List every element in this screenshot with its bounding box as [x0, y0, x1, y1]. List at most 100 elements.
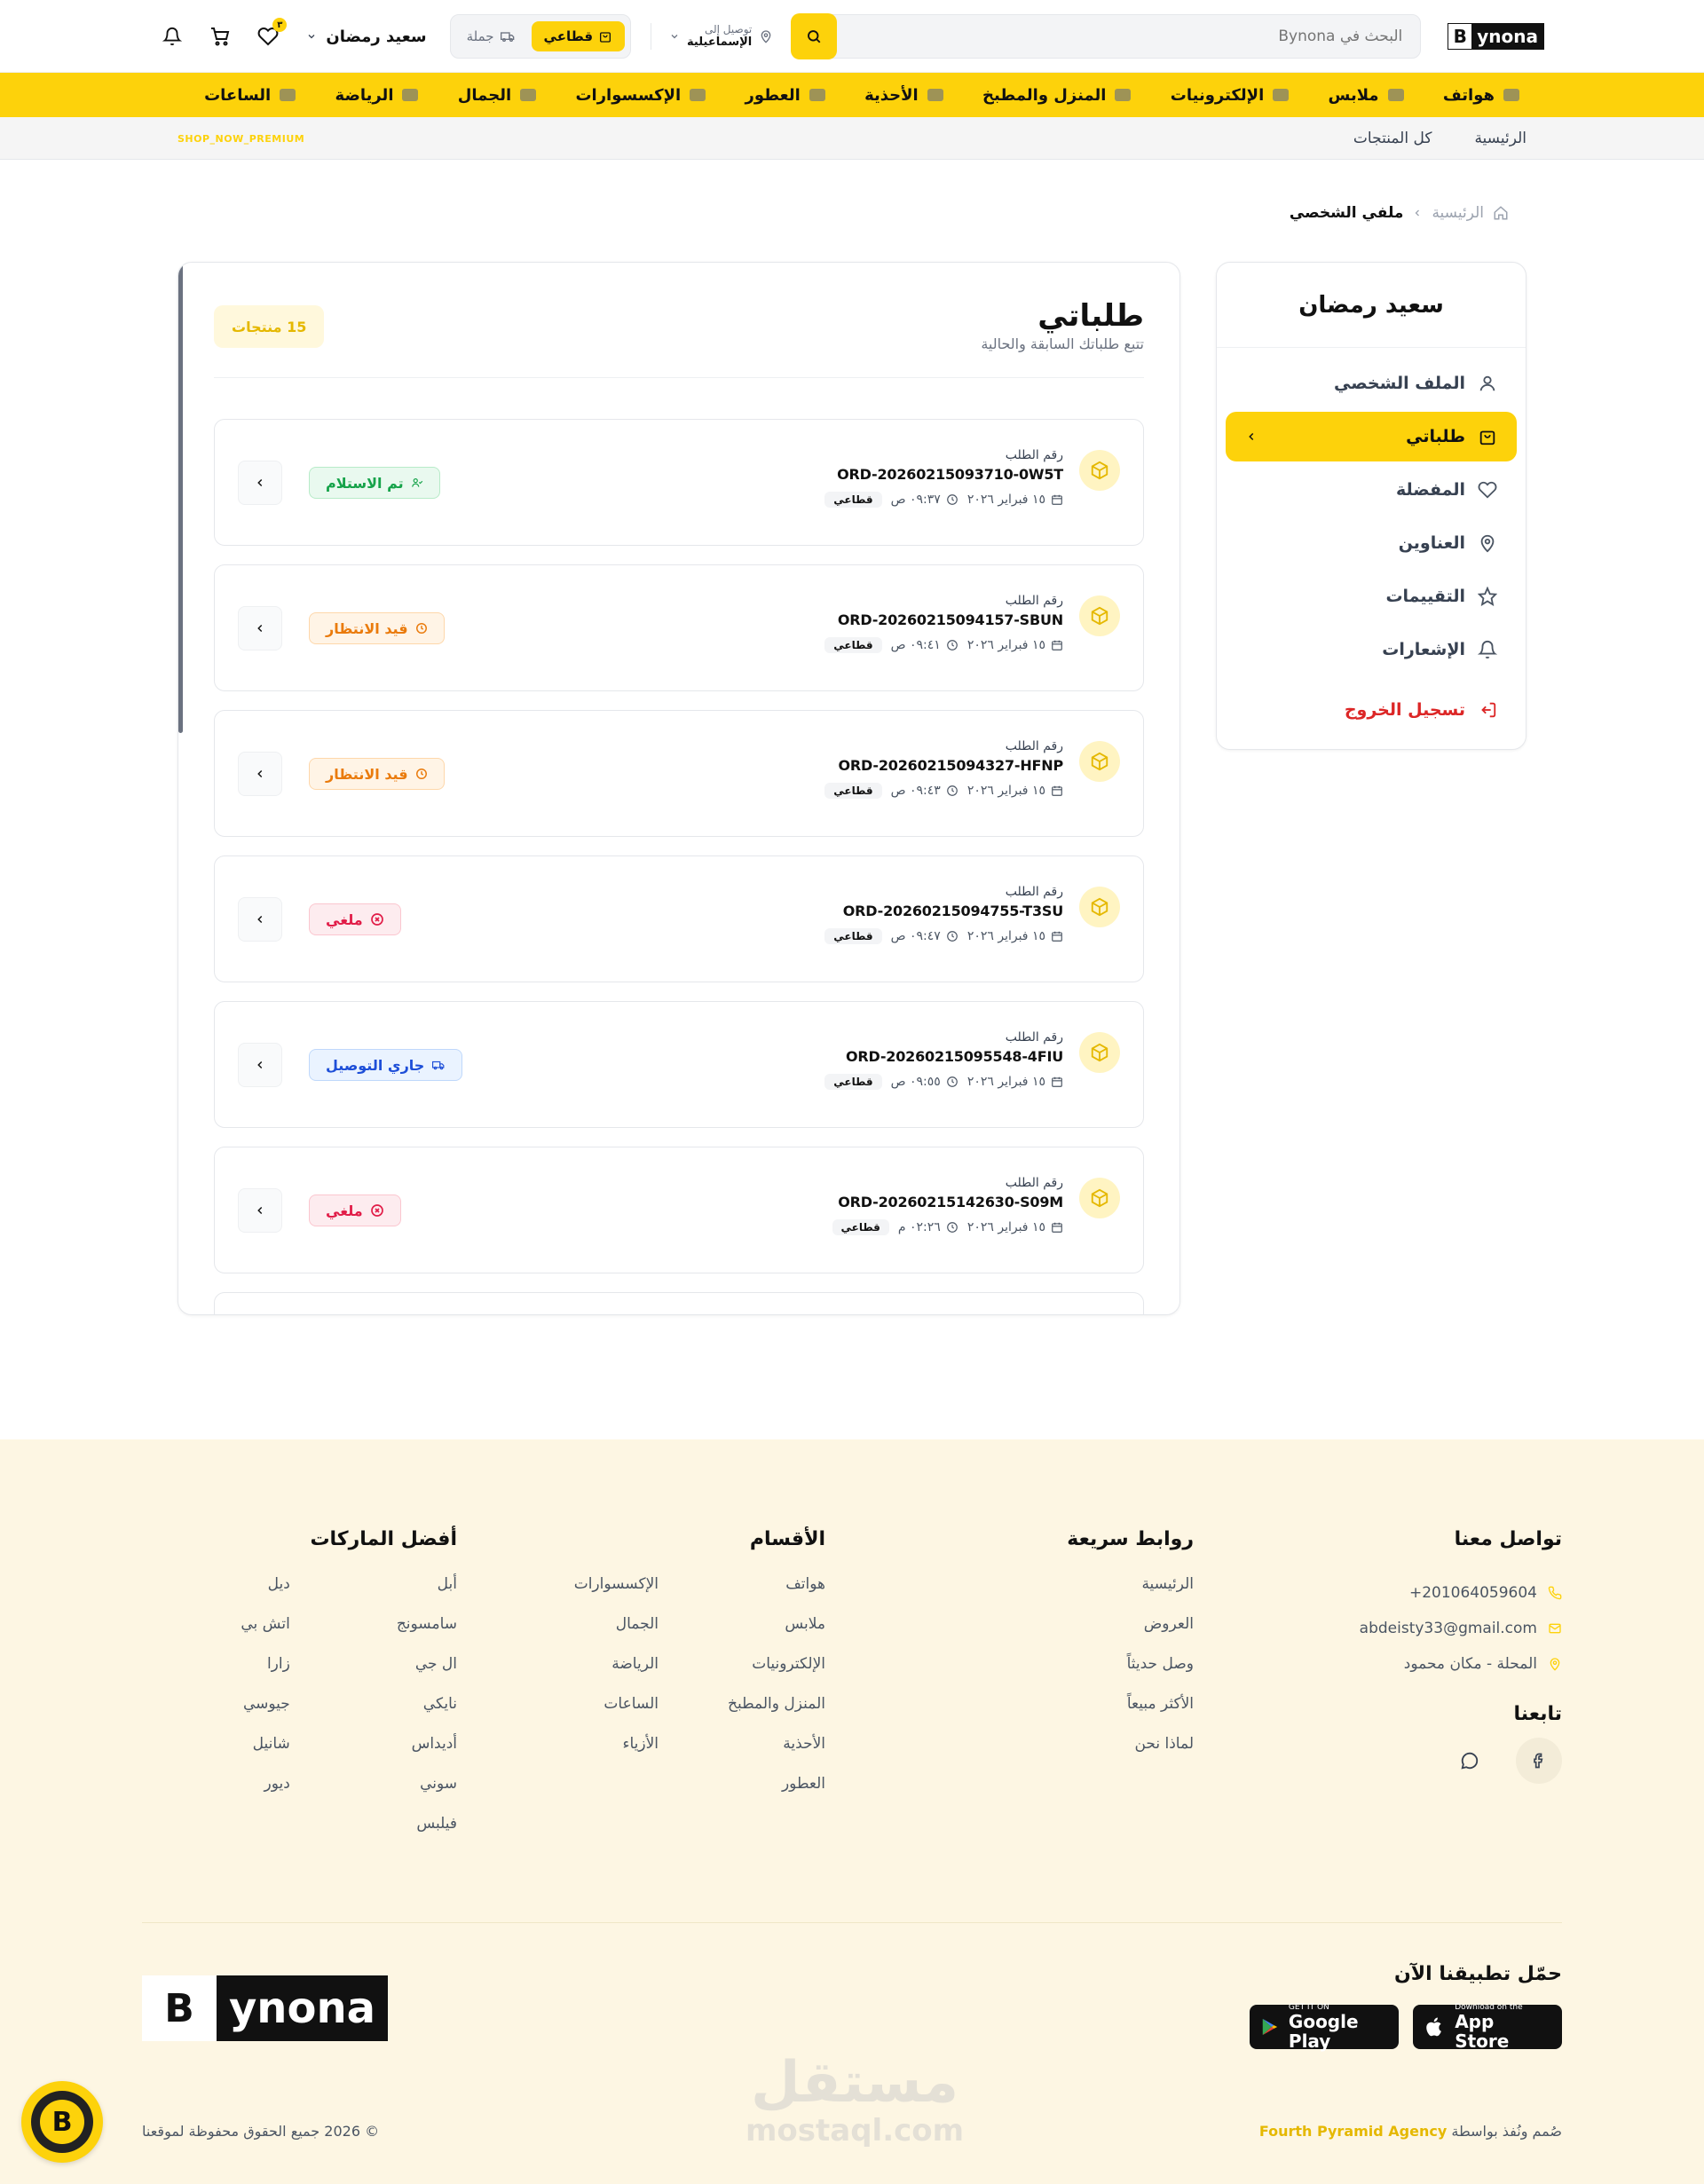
orders-panel: طلباتي تتبع طلباتك السابقة والحالية 15 م… [178, 262, 1180, 1315]
category-label: ملابس [1328, 85, 1379, 105]
order-details-button[interactable] [238, 606, 282, 650]
floating-action-button[interactable]: B [21, 2081, 103, 2163]
search-input[interactable] [837, 28, 1421, 45]
footer-phone-text: +201064059604 [1408, 1584, 1537, 1602]
orders-scrollbar[interactable] [178, 263, 183, 733]
footer-quick-links: روابط سريعة الرئيسية العروض وصل حديثاً الأك… [1016, 1528, 1194, 1775]
footer-brand-link[interactable]: شانيل [241, 1735, 290, 1775]
order-status-badge: جاري التوصيل [309, 1049, 463, 1081]
calendar-icon [1052, 640, 1062, 650]
footer-quick-link[interactable]: وصل حديثاً [1016, 1655, 1194, 1695]
sports-icon [402, 89, 419, 101]
user-menu[interactable]: سعيد رمضان [306, 28, 427, 46]
category-phones[interactable]: هواتف [1443, 86, 1519, 105]
facebook-link[interactable] [1516, 1738, 1562, 1784]
category-watches[interactable]: الساعات [204, 86, 296, 105]
package-icon-wrap [1079, 1032, 1120, 1073]
footer-section-link[interactable]: هواتف [728, 1575, 825, 1615]
order-date: ١٥ فبراير ٢٠٢٦ [967, 493, 1063, 507]
footer-brand-link[interactable]: سوني [397, 1775, 457, 1815]
footer-brand-link[interactable]: اتش بي [241, 1615, 289, 1655]
order-card[interactable]: رقم الطلب ORD-20260215094157-SBUN ١٥ فبراي… [214, 564, 1144, 691]
footer-email[interactable]: abdeisty33@gmail.com [1358, 1611, 1562, 1646]
footer-brand-link[interactable]: أبل [397, 1575, 457, 1615]
sidebar-item-favorites[interactable]: المفضلة [1226, 465, 1517, 515]
category-accessories[interactable]: الإكسسوارات [575, 86, 706, 105]
footer-section-link[interactable]: العطور [728, 1775, 825, 1815]
category-shoes[interactable]: الأحذية [864, 86, 943, 105]
mode-wholesale-button[interactable]: جملة [456, 21, 526, 51]
footer-brand-link[interactable]: زارا [241, 1655, 290, 1695]
footer-section-link[interactable]: الرياضة [574, 1655, 659, 1695]
notifications-button[interactable] [161, 25, 184, 48]
order-details-button[interactable] [238, 897, 282, 942]
footer-section-link[interactable]: ملابس [728, 1615, 825, 1655]
footer-section-link[interactable]: الأحذية [728, 1735, 825, 1775]
order-card[interactable]: رقم الطلب ORD-20260215094755-T3SU ١٥ فبراي… [214, 855, 1144, 982]
category-home-kitchen[interactable]: المنزل والمطبخ [982, 86, 1132, 105]
category-sports[interactable]: الرياضة [335, 86, 419, 105]
cart-button[interactable] [209, 25, 232, 48]
footer-quick-link[interactable]: الأكثر مبيعاً [1016, 1695, 1194, 1735]
footer-brand-link[interactable]: جيوسي [241, 1695, 290, 1735]
order-details-button[interactable] [238, 1043, 282, 1087]
nav-all-products-link[interactable]: كل المنتجات [1353, 130, 1432, 147]
breadcrumb-home[interactable]: الرئيسية [1432, 204, 1484, 222]
sidebar-item-orders[interactable]: طلباتي [1226, 412, 1517, 461]
sidebar-item-logout[interactable]: تسجيل الخروج [1226, 685, 1517, 735]
home-kitchen-icon [1115, 89, 1132, 101]
footer-logo[interactable]: B ynona [142, 1975, 388, 2041]
order-status-badge: ملغي [309, 1194, 401, 1226]
order-info: رقم الطلب ORD-20260215093710-0W5T ١٥ فبراي… [824, 448, 1063, 508]
footer-phone[interactable]: +201064059604 [1358, 1575, 1562, 1611]
google-play-button[interactable]: GET IT ON Google Play [1250, 2003, 1399, 2051]
category-perfumes[interactable]: العطور [745, 86, 825, 105]
footer-section-link[interactable]: الإكسسوارات [574, 1575, 659, 1615]
order-meta: ١٥ فبراير ٢٠٢٦ ٠٩:٤٧ ص قطاعي [824, 928, 1063, 944]
footer-section-link[interactable]: الإلكترونيات [728, 1655, 825, 1695]
order-status-text: تم الاستلام [326, 474, 404, 492]
sidebar-item-addresses[interactable]: العناوين [1226, 518, 1517, 568]
site-logo[interactable]: B ynona [1448, 23, 1544, 50]
footer-section-link[interactable]: الجمال [574, 1615, 659, 1655]
footer-section-link[interactable]: الساعات [574, 1695, 659, 1735]
app-store-button[interactable]: Download on the App Store [1413, 2003, 1562, 2051]
mode-retail-button[interactable]: قطاعي [531, 21, 626, 51]
order-card[interactable]: رقم الطلب ORD-20260215094327-HFNP ١٥ فبراي… [214, 710, 1144, 837]
order-card[interactable]: رقم الطلب ORD-20260215142630-S09M ١٥ فبراي… [214, 1147, 1144, 1273]
footer-quick-link[interactable]: لماذا نحن [1016, 1735, 1194, 1775]
order-info: رقم الطلب ORD-20260215095548-4FIU ١٥ فبراي… [824, 1030, 1063, 1090]
whatsapp-link[interactable] [1447, 1738, 1493, 1784]
order-details-button[interactable] [238, 1188, 282, 1233]
footer-brand-link[interactable]: ال جي [397, 1655, 457, 1695]
footer-section-link[interactable]: الأزياء [574, 1735, 659, 1775]
search-button[interactable] [791, 13, 838, 59]
order-card[interactable]: رقم الطلب ORD-20260215095548-4FIU ١٥ فبراي… [214, 1001, 1144, 1128]
category-clothes[interactable]: ملابس [1329, 86, 1404, 105]
footer-brand-link[interactable]: ديل [241, 1575, 290, 1615]
order-type-tag: قطاعي [824, 492, 882, 508]
order-details-button[interactable] [238, 461, 282, 505]
order-details-button[interactable] [238, 752, 282, 796]
footer-brand-link[interactable]: سامسونج [397, 1615, 457, 1655]
category-electronics[interactable]: الإلكترونيات [1171, 86, 1290, 105]
order-status-badge: قيد الانتظار [309, 612, 445, 644]
agency-link[interactable]: Fourth Pyramid Agency [1259, 2123, 1447, 2140]
order-card[interactable] [214, 1292, 1144, 1314]
wishlist-button[interactable]: ٣ [256, 18, 288, 48]
package-icon [1091, 606, 1108, 626]
delivery-location[interactable]: توصيل إلى الإسماعيلية [651, 23, 773, 50]
footer-brand-link[interactable]: نايكي [397, 1695, 457, 1735]
footer-section-link[interactable]: المنزل والمطبخ [728, 1695, 825, 1735]
footer-brand-link[interactable]: أديداس [397, 1735, 457, 1775]
footer-quick-link[interactable]: العروض [1016, 1615, 1194, 1655]
order-card[interactable]: رقم الطلب ORD-20260215093710-0W5T ١٥ فبراي… [214, 419, 1144, 546]
sidebar-item-notifications[interactable]: الإشعارات [1226, 625, 1517, 674]
sidebar-item-profile[interactable]: الملف الشخصي [1226, 359, 1517, 408]
category-beauty[interactable]: الجمال [458, 86, 537, 105]
nav-home-link[interactable]: الرئيسية [1474, 130, 1526, 147]
footer-brand-link[interactable]: ديور [241, 1775, 290, 1815]
sidebar-item-reviews[interactable]: التقييمات [1226, 572, 1517, 621]
footer-brand-link[interactable]: فيلبس [397, 1815, 457, 1855]
footer-quick-link[interactable]: الرئيسية [1016, 1575, 1194, 1615]
